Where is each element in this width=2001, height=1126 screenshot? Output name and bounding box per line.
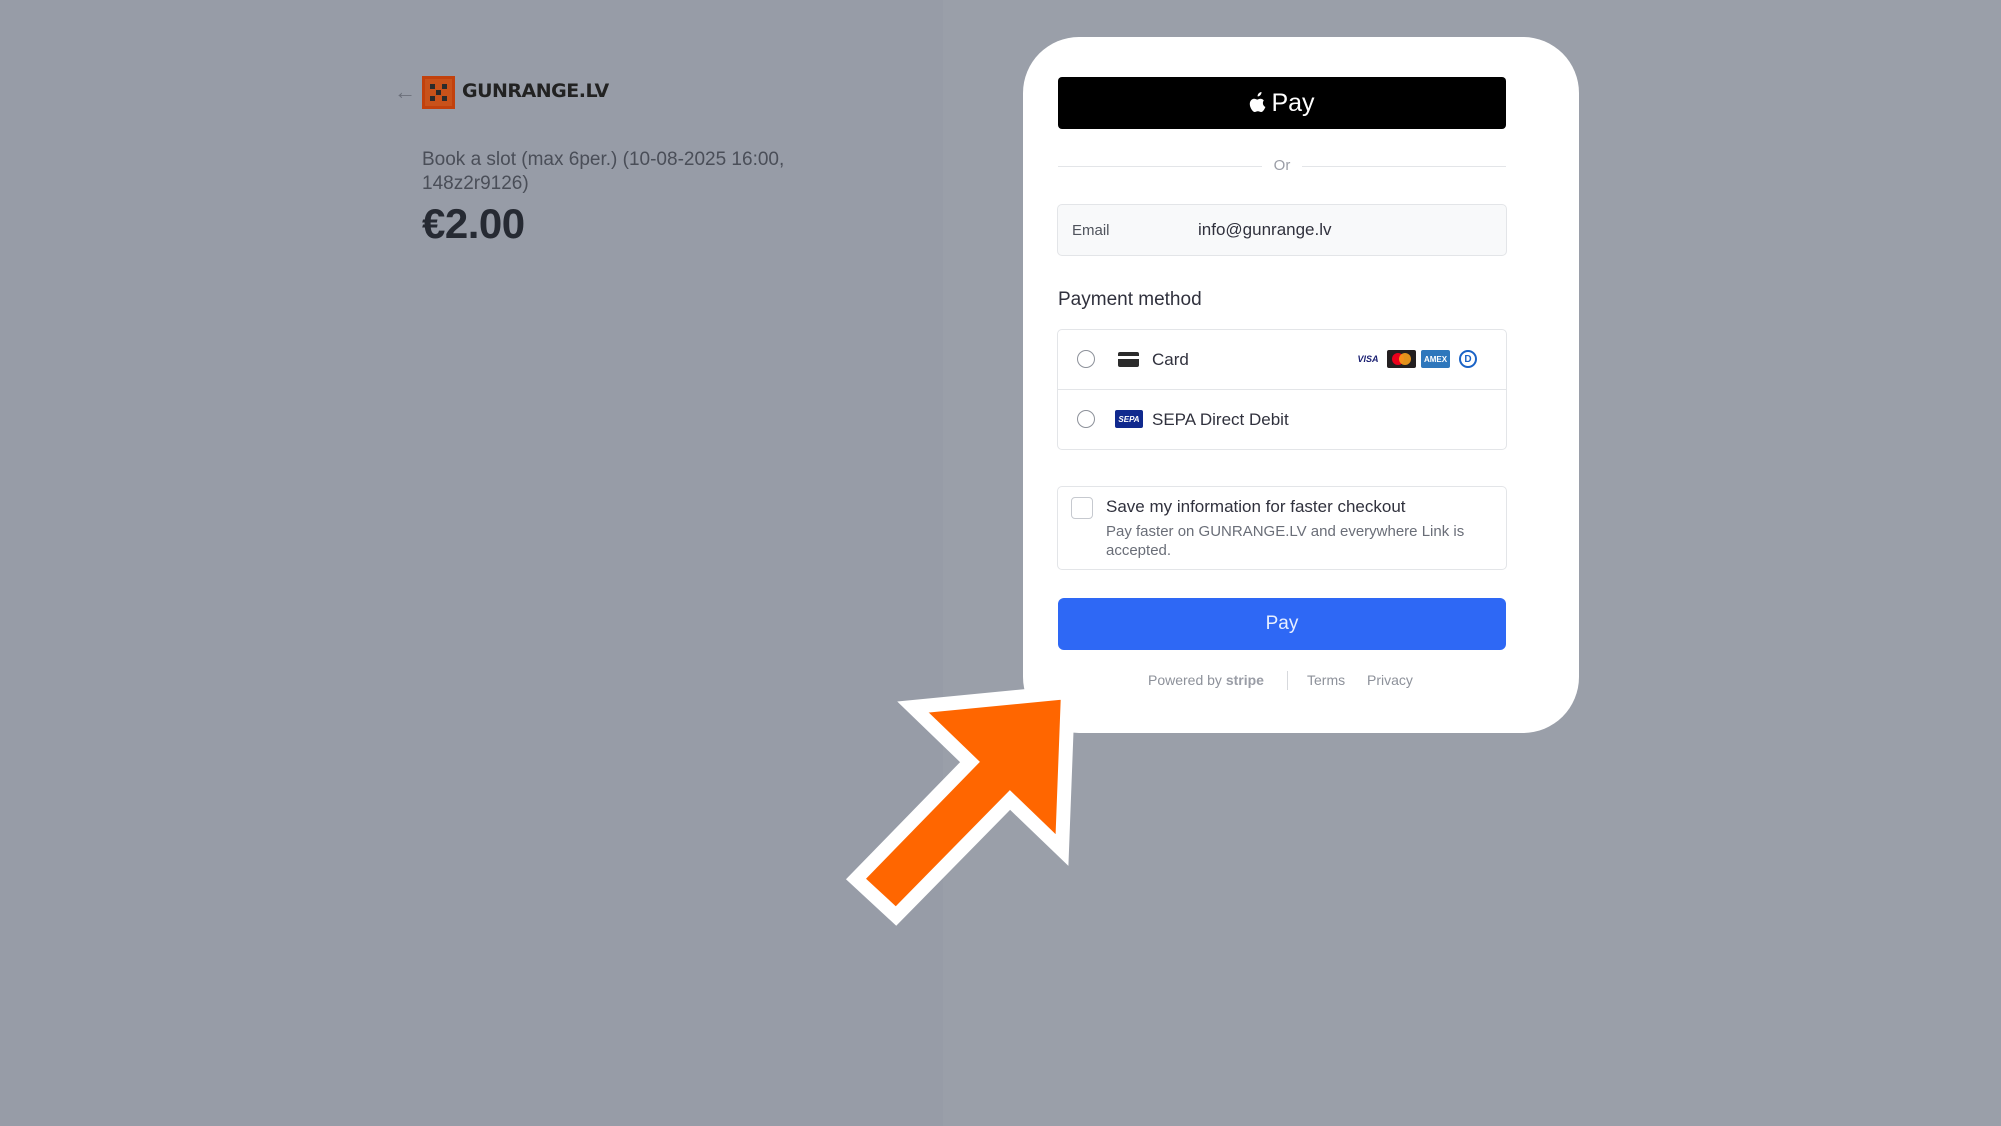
pay-button[interactable]: Pay [1058,598,1506,650]
footer-separator [1287,671,1288,690]
or-separator: Or [1273,157,1291,174]
email-value[interactable]: info@gunrange.lv [1198,220,1332,240]
payment-method-divider [1057,389,1507,390]
apple-pay-label: Pay [1271,88,1315,117]
card-option-label[interactable]: Card [1152,350,1189,370]
privacy-link[interactable]: Privacy [1367,672,1413,688]
stripe-logo: stripe [1225,672,1264,688]
divider-right [1302,166,1506,167]
amex-icon: AMEX [1421,350,1450,368]
save-info-checkbox[interactable] [1071,497,1093,519]
powered-by-stripe[interactable]: Powered by stripe [1148,672,1264,688]
order-total: €2.00 [422,200,525,247]
save-info-subtitle: Pay faster on GUNRANGE.LV and everywhere… [1106,523,1465,559]
sepa-radio[interactable] [1077,410,1095,428]
merchant-logo-icon [422,76,455,109]
visa-icon: VISA [1354,350,1382,368]
payment-method-title: Payment method [1058,289,1202,310]
product-name: Book a slot (max 6per.) (10-08-2025 16:0… [422,149,785,194]
card-radio[interactable] [1077,350,1095,368]
divider-left [1058,166,1262,167]
diners-club-icon: D [1459,350,1477,368]
email-label: Email [1072,222,1110,239]
merchant-name[interactable]: GUNRANGE.LV [462,80,609,102]
powered-by-label: Powered by [1148,672,1222,688]
save-info-title[interactable]: Save my information for faster checkout [1106,497,1406,517]
mastercard-icon [1387,350,1416,368]
sepa-icon: SEPA [1115,410,1143,428]
sepa-option-label[interactable]: SEPA Direct Debit [1152,410,1289,430]
terms-link[interactable]: Terms [1307,672,1345,688]
back-arrow-icon[interactable]: ← [394,80,418,104]
apple-icon [1250,92,1266,113]
credit-card-icon [1118,352,1139,367]
apple-pay-button[interactable]: Pay [1058,77,1506,129]
